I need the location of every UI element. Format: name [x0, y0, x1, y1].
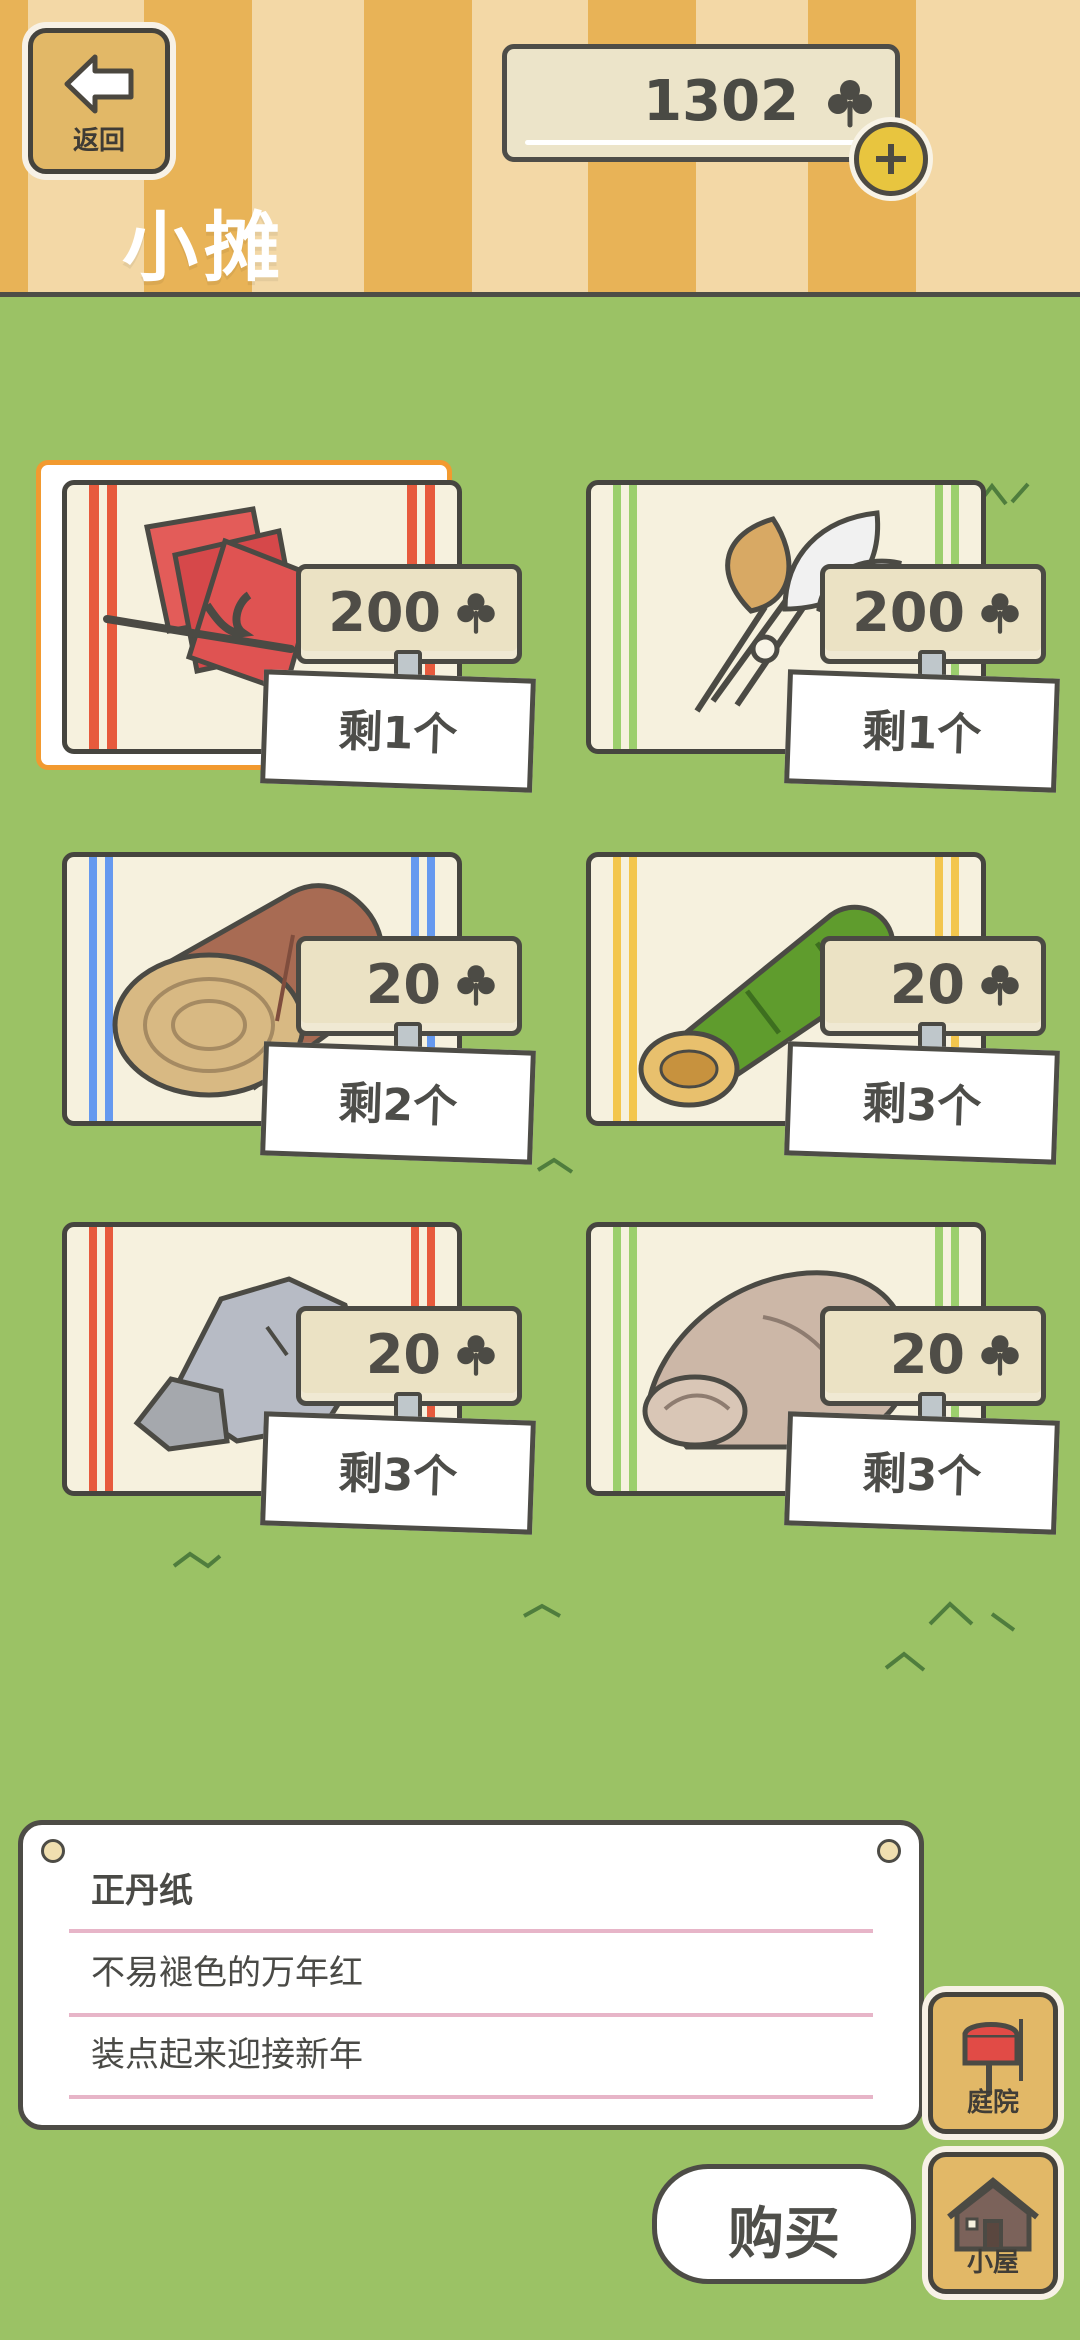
item-price: 20 [365, 953, 441, 1016]
item-price-tag: 20 [296, 1306, 522, 1406]
item-stock-label: 剩3个 [784, 1041, 1060, 1165]
description-line-1: 不易褪色的万年红 [91, 1953, 363, 1993]
item-price-tag: 20 [820, 936, 1046, 1036]
buy-label: 购买 [728, 2202, 840, 2267]
house-button[interactable]: 小屋 [928, 2152, 1058, 2294]
shop-item-5[interactable]: 20 剩3个 [38, 1202, 536, 1535]
description-line-2: 装点起来迎接新年 [91, 2035, 363, 2075]
shop-item-4[interactable]: 20 剩3个 [562, 832, 1060, 1165]
item-stock: 剩1个 [861, 705, 983, 762]
pin-left [41, 1839, 65, 1863]
item-price-tag: 20 [296, 936, 522, 1036]
item-stock-label: 剩1个 [784, 669, 1060, 793]
clover-icon [981, 593, 1019, 634]
clover-icon [457, 1335, 495, 1376]
item-stock: 剩3个 [861, 1447, 983, 1504]
shop-item-6[interactable]: 20 剩3个 [562, 1202, 1060, 1535]
item-stock: 剩2个 [337, 1077, 459, 1134]
item-name: 正丹纸 [91, 1871, 193, 1911]
clover-icon [457, 593, 495, 634]
item-stock-label: 剩1个 [260, 669, 536, 793]
yard-button[interactable]: 庭院 [928, 1992, 1058, 2134]
description-divider [69, 2095, 873, 2099]
shop-item-3[interactable]: 20 剩2个 [38, 832, 536, 1165]
item-price: 200 [328, 581, 441, 644]
clover-icon [981, 1335, 1019, 1376]
yard-label: 庭院 [966, 2088, 1019, 2118]
shop-item-1[interactable]: 200 剩1个 [36, 460, 536, 793]
item-price-tag: 20 [820, 1306, 1046, 1406]
grass-mark [172, 1551, 222, 1569]
clover-icon [981, 965, 1019, 1006]
page-title: 小摊 [122, 203, 286, 292]
item-stock-label: 剩2个 [260, 1041, 536, 1165]
item-price-tag: 200 [296, 564, 522, 664]
item-stock: 剩3个 [861, 1077, 983, 1134]
currency-underline [525, 140, 865, 145]
item-price: 200 [852, 581, 965, 644]
shop-item-2[interactable]: 200 剩1个 [562, 460, 1060, 793]
back-button[interactable]: 返回 [28, 28, 170, 174]
buy-button[interactable]: 购买 [652, 2164, 916, 2284]
item-price-tag: 200 [820, 564, 1046, 664]
item-price: 20 [889, 1323, 965, 1386]
grass-mark [928, 1601, 1016, 1632]
description-divider [69, 1929, 873, 1933]
item-price: 20 [889, 953, 965, 1016]
house-label: 小屋 [966, 2248, 1019, 2278]
currency-panel: 1302 [502, 44, 900, 162]
back-label: 返回 [72, 126, 125, 156]
pin-right [877, 1839, 901, 1863]
item-stock-label: 剩3个 [784, 1411, 1060, 1535]
item-stock: 剩1个 [337, 705, 459, 762]
back-arrow-icon [64, 54, 134, 114]
grass-mark [536, 1157, 574, 1174]
grass-mark [884, 1651, 926, 1672]
header: 返回 小摊 1302 [0, 0, 1080, 297]
add-currency-button[interactable] [854, 122, 928, 196]
clover-icon [828, 80, 872, 128]
currency-value: 1302 [643, 69, 799, 134]
item-price: 20 [365, 1323, 441, 1386]
description-divider [69, 2013, 873, 2017]
clover-icon [457, 965, 495, 1006]
grass-mark [523, 1603, 561, 1618]
item-stock: 剩3个 [337, 1447, 459, 1504]
item-description-panel: 正丹纸 不易褪色的万年红 装点起来迎接新年 [18, 1820, 924, 2130]
item-stock-label: 剩3个 [260, 1411, 536, 1535]
